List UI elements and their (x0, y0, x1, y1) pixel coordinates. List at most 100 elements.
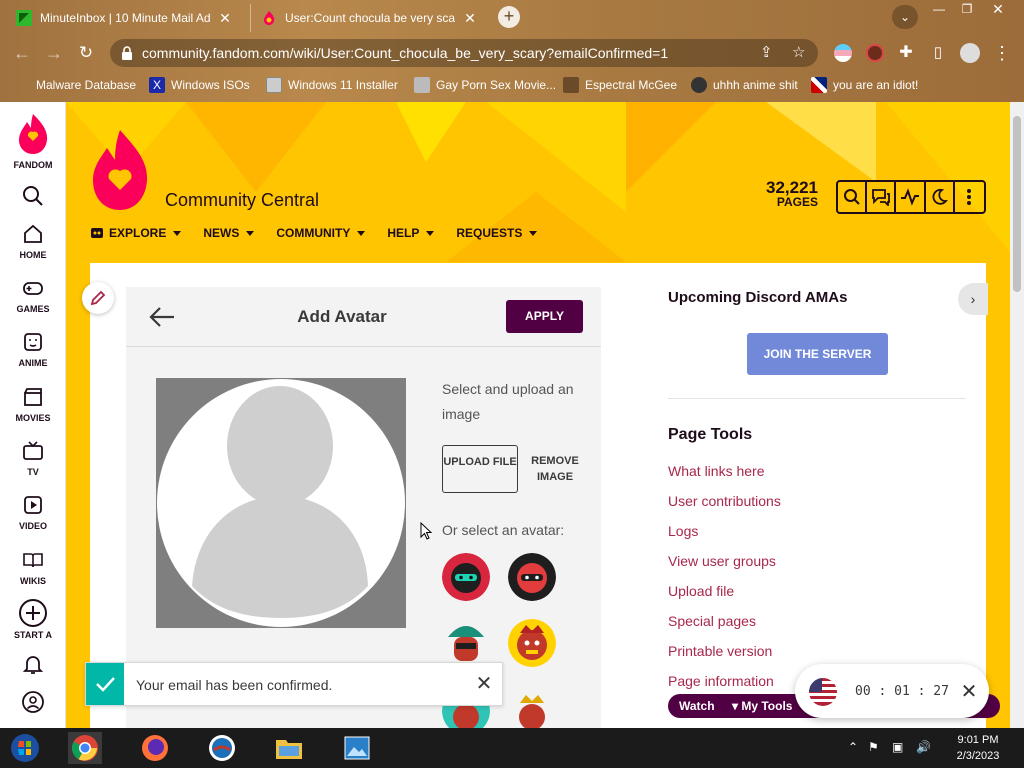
user-circle-icon (22, 691, 44, 713)
nav-label: NEWS (203, 226, 240, 240)
avatar-option-red-ninja[interactable] (508, 553, 556, 601)
address-bar[interactable]: community.fandom.com/wiki/User:Count_cho… (110, 39, 818, 67)
taskbar-file-explorer[interactable] (272, 732, 306, 764)
remove-image-button[interactable]: REMOVE IMAGE (522, 445, 588, 493)
minimize-icon[interactable]: — (924, 0, 954, 20)
close-window-icon[interactable]: ✕ (983, 0, 1013, 20)
windows-start-icon (11, 734, 39, 762)
share-icon[interactable]: ⇪ (760, 43, 773, 61)
link-printable-version[interactable]: Printable version (668, 643, 781, 673)
rail-games[interactable]: GAMES (0, 276, 66, 314)
rail-tv[interactable]: TV (0, 439, 66, 477)
network-icon[interactable]: ▣ (892, 740, 903, 754)
bookmark-windows-isos[interactable]: X Windows ISOs (149, 76, 250, 94)
community-central-logo[interactable] (90, 128, 150, 212)
page-scrollbar[interactable] (1010, 102, 1024, 728)
bookmarks-bar: Malware Database X Windows ISOs Windows 1… (0, 72, 1024, 98)
link-what-links-here[interactable]: What links here (668, 463, 781, 493)
moon-icon (932, 188, 949, 205)
rail-search[interactable] (0, 184, 66, 212)
rail-notifications[interactable] (0, 652, 66, 680)
link-special-pages[interactable]: Special pages (668, 613, 781, 643)
forward-icon[interactable]: → (42, 41, 66, 65)
avatar-option-king[interactable] (508, 619, 556, 667)
nav-requests[interactable]: REQUESTS (456, 224, 538, 242)
avatar-option-hat[interactable] (442, 619, 490, 667)
recent-activity-button[interactable] (896, 182, 926, 212)
taskbar-chrome[interactable] (68, 732, 102, 764)
video-play-icon (24, 496, 42, 514)
tab-fandom-user[interactable]: User:Count chocula be very scary ✕ (250, 4, 490, 32)
trans-flag-extension-icon[interactable] (834, 44, 852, 62)
apply-button[interactable]: APPLY (506, 300, 583, 333)
scrollbar-thumb[interactable] (1013, 116, 1021, 292)
rail-movies[interactable]: MOVIES (0, 385, 66, 423)
start-button[interactable] (8, 732, 42, 764)
chevron-right-icon[interactable]: › (958, 283, 988, 315)
rail-user-profile[interactable] (0, 690, 66, 718)
wiki-search-button[interactable] (838, 182, 868, 212)
bookmark-malware-database[interactable]: Malware Database (14, 76, 136, 94)
discussions-button[interactable] (867, 182, 897, 212)
rail-label: HOME (19, 250, 47, 260)
bookmark-espectral-mcgee[interactable]: Espectral McGee (563, 76, 677, 94)
close-tab-icon[interactable]: ✕ (463, 10, 477, 27)
upload-file-button[interactable]: UPLOAD FILE (442, 445, 518, 493)
extensions-puzzle-icon[interactable]: ✚ (894, 41, 918, 65)
close-timer-icon[interactable]: ✕ (959, 679, 979, 703)
wiki-name[interactable]: Community Central (165, 190, 319, 211)
nav-explore[interactable]: EXPLORE (90, 224, 182, 242)
rail-home[interactable]: HOME (0, 222, 66, 260)
account-avatar-icon[interactable] (960, 43, 980, 63)
taskbar-clock[interactable]: 9:01 PM 2/3/2023 (944, 732, 1012, 764)
nav-community[interactable]: COMMUNITY (276, 224, 366, 242)
link-logs[interactable]: Logs (668, 523, 781, 553)
volume-icon[interactable]: 🔊 (916, 740, 931, 754)
link-view-user-groups[interactable]: View user groups (668, 553, 781, 583)
nav-label: COMMUNITY (276, 226, 351, 240)
tab-minuteinbox[interactable]: MinuteInbox | 10 Minute Mail Ad ✕ (6, 4, 246, 32)
side-panel-icon[interactable]: ▯ (926, 41, 950, 65)
new-tab-button[interactable]: + (498, 6, 520, 28)
nav-news[interactable]: NEWS (203, 224, 255, 242)
dark-mode-button[interactable] (926, 182, 955, 212)
wiki-nav: EXPLORE NEWS COMMUNITY HELP REQUESTS (90, 224, 559, 242)
edit-button[interactable] (82, 282, 114, 314)
bookmark-star-icon[interactable]: ☆ (792, 43, 805, 61)
taskbar-photos[interactable] (340, 732, 374, 764)
link-user-contributions[interactable]: User contributions (668, 493, 781, 523)
tray-chevron-icon[interactable]: ⌃ (848, 740, 858, 754)
browser-chrome: MinuteInbox | 10 Minute Mail Ad ✕ User:C… (0, 0, 1024, 102)
nav-label: EXPLORE (109, 226, 167, 240)
bookmark-favicon-icon (691, 77, 707, 93)
menu-kebab-icon[interactable]: ⋮ (990, 41, 1014, 65)
avatar-option-crown-white[interactable] (508, 687, 556, 728)
back-icon[interactable]: ← (10, 41, 34, 65)
restore-icon[interactable]: ❐ (952, 0, 982, 20)
join-server-button[interactable]: JOIN THE SERVER (747, 333, 888, 375)
fandom-logo[interactable]: FANDOM (0, 112, 66, 170)
bookmark-windows-11-installer[interactable]: Windows 11 Installer (266, 76, 398, 94)
avatar-option-ninja[interactable] (442, 553, 490, 601)
taskbar-firefox[interactable] (138, 732, 172, 764)
bookmark-you-are-an-idiot[interactable]: you are an idiot! (811, 76, 918, 94)
watch-button[interactable]: Watch (679, 699, 715, 713)
tab-search-icon[interactable]: ⌄ (892, 5, 918, 29)
profile-extension-icon[interactable] (866, 44, 884, 62)
rail-wikis[interactable]: WIKIS (0, 548, 66, 586)
taskbar-app-blue[interactable] (205, 732, 239, 764)
close-tab-icon[interactable]: ✕ (218, 10, 232, 27)
tray-flag-icon[interactable]: ⚑ (868, 740, 879, 754)
rail-video[interactable]: VIDEO (0, 493, 66, 531)
link-upload-file[interactable]: Upload file (668, 583, 781, 613)
kebab-icon (967, 189, 972, 205)
my-tools-button[interactable]: ▾ My Tools (732, 699, 792, 713)
close-toast-icon[interactable]: ✕ (474, 673, 494, 695)
rail-start-a-wiki[interactable]: START A (0, 598, 66, 640)
nav-help[interactable]: HELP (387, 224, 435, 242)
bookmark-movie[interactable]: Gay Porn Sex Movie... (414, 76, 556, 94)
more-options-button[interactable] (955, 182, 984, 212)
rail-anime[interactable]: ANIME (0, 330, 66, 368)
bookmark-anime[interactable]: uhhh anime shit (691, 76, 798, 94)
reload-icon[interactable]: ↻ (74, 41, 98, 65)
